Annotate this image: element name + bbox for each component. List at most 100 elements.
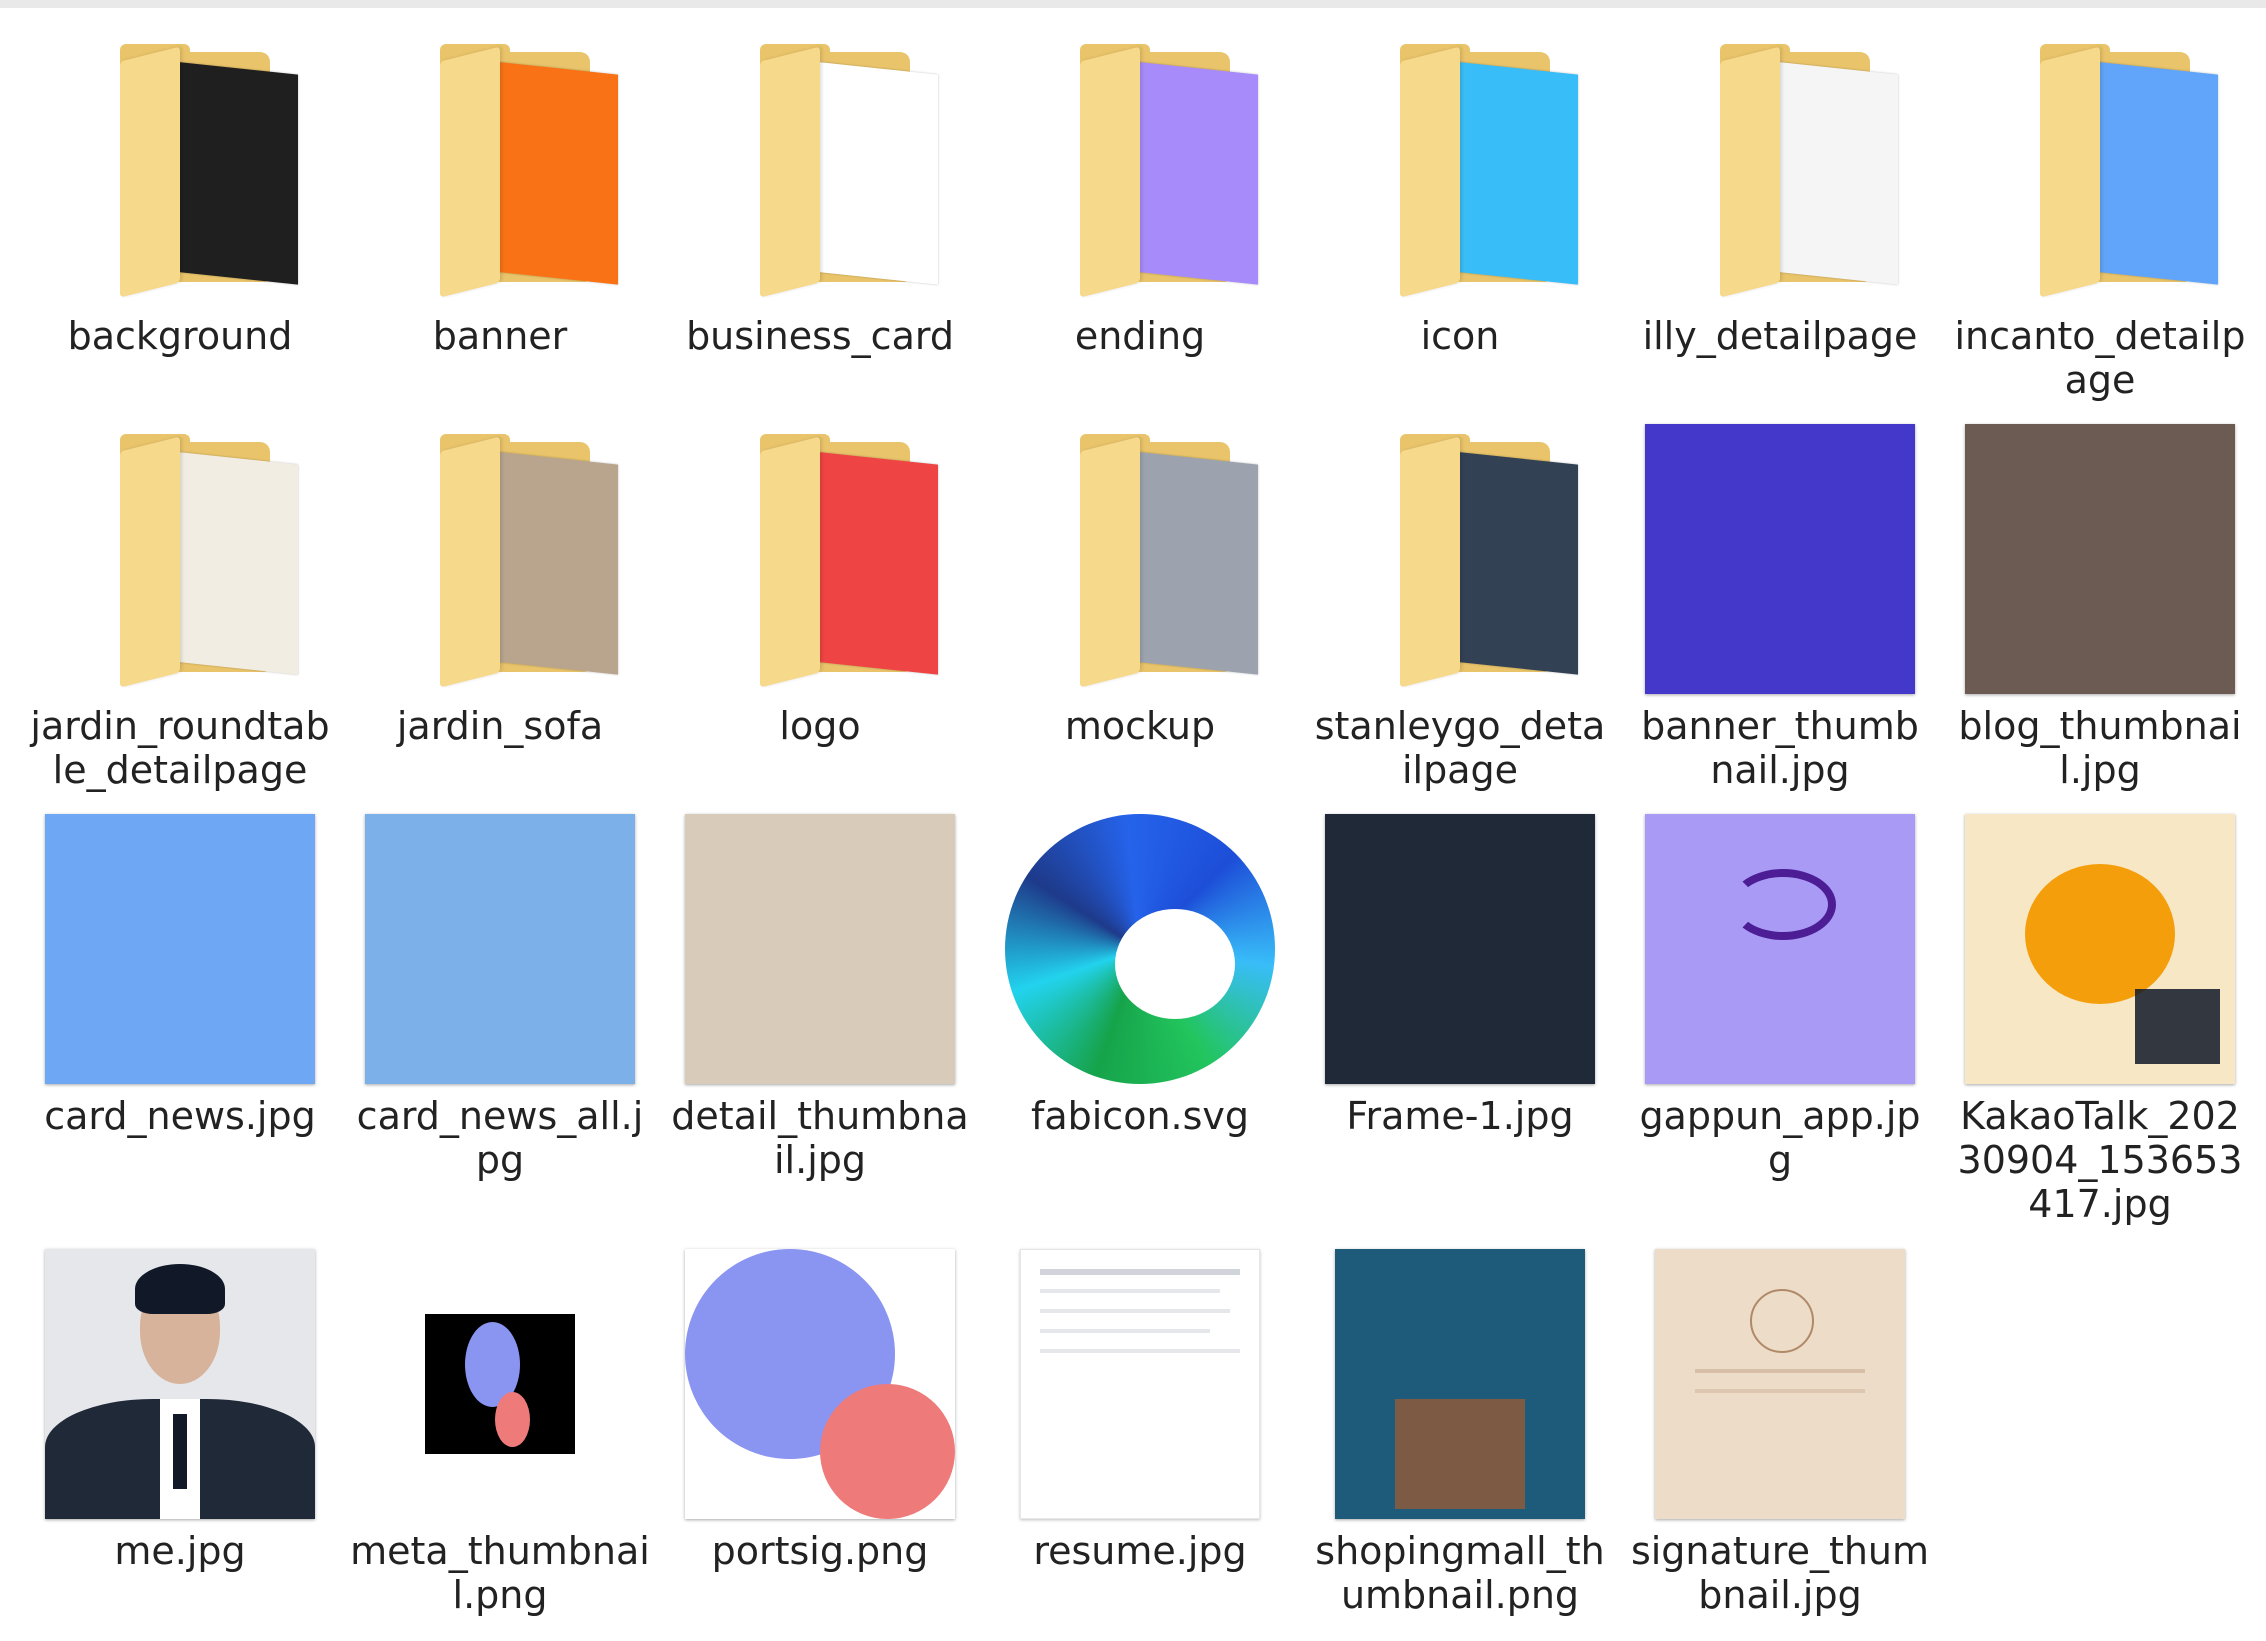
- image-thumbnail-icon: [365, 814, 635, 1084]
- folder-front: [760, 436, 820, 688]
- item-thumbnail[interactable]: [1950, 414, 2250, 704]
- item-thumbnail[interactable]: [350, 414, 650, 704]
- edge-logo-icon: [1005, 814, 1275, 1084]
- folder-icon: [1360, 434, 1578, 688]
- item-thumbnail[interactable]: [1950, 804, 2250, 1094]
- item-thumbnail[interactable]: [670, 414, 970, 704]
- folder-icon: [400, 434, 618, 688]
- file-item[interactable]: banner_thumbnail.jpg: [1620, 414, 1940, 804]
- file-item[interactable]: card_news_all.jpg: [340, 804, 660, 1239]
- item-thumbnail[interactable]: [30, 24, 330, 314]
- image-thumbnail-icon: [1645, 814, 1915, 1084]
- item-thumbnail[interactable]: [1310, 414, 1610, 704]
- file-item[interactable]: blog_thumbnail.jpg: [1940, 414, 2260, 804]
- folder-item[interactable]: jardin_sofa: [340, 414, 660, 804]
- item-label: gappun_app.jpg: [1639, 1094, 1921, 1182]
- file-item[interactable]: signature_thumbnail.jpg: [1620, 1239, 1940, 1629]
- item-thumbnail[interactable]: [1310, 804, 1610, 1094]
- item-thumbnail[interactable]: [670, 24, 970, 314]
- image-thumbnail-icon: [45, 814, 315, 1084]
- folder-front: [1720, 46, 1780, 298]
- folder-item[interactable]: icon: [1300, 24, 1620, 414]
- file-item[interactable]: detail_thumbnail.jpg: [660, 804, 980, 1239]
- folder-icon: [720, 434, 938, 688]
- item-thumbnail[interactable]: [350, 24, 650, 314]
- folder-item[interactable]: ending: [980, 24, 1300, 414]
- item-label: mockup: [1064, 704, 1216, 748]
- folder-preview: [492, 61, 618, 285]
- image-thumbnail-icon: [1335, 1249, 1585, 1519]
- item-label: banner_thumbnail.jpg: [1641, 704, 1919, 792]
- folder-front: [440, 46, 500, 298]
- folder-item[interactable]: incanto_detailpage: [1940, 24, 2260, 414]
- folder-preview: [172, 61, 298, 285]
- item-label: background: [67, 314, 293, 358]
- file-item[interactable]: resume.jpg: [980, 1239, 1300, 1629]
- item-label: Frame-1.jpg: [1346, 1094, 1574, 1138]
- folder-item[interactable]: illy_detailpage: [1620, 24, 1940, 414]
- item-thumbnail[interactable]: [350, 804, 650, 1094]
- item-thumbnail[interactable]: [1630, 24, 1930, 314]
- file-item[interactable]: me.jpg: [20, 1239, 340, 1629]
- item-thumbnail[interactable]: [1950, 24, 2250, 314]
- folder-icon: [400, 44, 618, 298]
- image-thumbnail-icon: [1965, 814, 2235, 1084]
- item-thumbnail[interactable]: [1310, 24, 1610, 314]
- folder-front: [120, 436, 180, 688]
- item-thumbnail[interactable]: [30, 804, 330, 1094]
- item-thumbnail[interactable]: [30, 1239, 330, 1529]
- item-thumbnail[interactable]: [990, 24, 1290, 314]
- image-thumbnail-icon: [45, 1249, 315, 1519]
- item-label: illy_detailpage: [1642, 314, 1918, 358]
- image-thumbnail-icon: [1020, 1249, 1260, 1519]
- item-thumbnail[interactable]: [670, 1239, 970, 1529]
- image-thumbnail-icon: [685, 814, 955, 1084]
- item-label: banner: [432, 314, 568, 358]
- folder-icon: [1040, 44, 1258, 298]
- file-item[interactable]: fabicon.svg: [980, 804, 1300, 1239]
- folder-item[interactable]: stanleygo_detailpage: [1300, 414, 1620, 804]
- item-thumbnail[interactable]: [30, 414, 330, 704]
- item-label: jardin_roundtable_detailpage: [30, 704, 330, 792]
- folder-item[interactable]: banner: [340, 24, 660, 414]
- item-thumbnail[interactable]: [1630, 804, 1930, 1094]
- folder-front: [440, 436, 500, 688]
- item-label: portsig.png: [711, 1529, 929, 1573]
- folder-item[interactable]: background: [20, 24, 340, 414]
- folder-item[interactable]: logo: [660, 414, 980, 804]
- folder-front: [2040, 46, 2100, 298]
- folder-front: [1400, 46, 1460, 298]
- item-thumbnail[interactable]: [350, 1239, 650, 1529]
- item-thumbnail[interactable]: [990, 1239, 1290, 1529]
- folder-item[interactable]: mockup: [980, 414, 1300, 804]
- file-item[interactable]: meta_thumbnail.png: [340, 1239, 660, 1629]
- folder-preview: [812, 61, 938, 285]
- folder-front: [1080, 436, 1140, 688]
- item-thumbnail[interactable]: [1630, 1239, 1930, 1529]
- folder-icon: [1680, 44, 1898, 298]
- item-thumbnail[interactable]: [990, 804, 1290, 1094]
- file-item[interactable]: portsig.png: [660, 1239, 980, 1629]
- file-item[interactable]: KakaoTalk_20230904_153653417.jpg: [1940, 804, 2260, 1239]
- item-label: card_news_all.jpg: [356, 1094, 644, 1182]
- item-thumbnail[interactable]: [1630, 414, 1930, 704]
- item-thumbnail[interactable]: [1310, 1239, 1610, 1529]
- file-item[interactable]: gappun_app.jpg: [1620, 804, 1940, 1239]
- item-label: fabicon.svg: [1030, 1094, 1250, 1138]
- folder-front: [120, 46, 180, 298]
- item-label: shopingmall_thumbnail.png: [1315, 1529, 1605, 1617]
- folder-preview: [812, 451, 938, 675]
- folder-preview: [492, 451, 618, 675]
- item-thumbnail[interactable]: [670, 804, 970, 1094]
- image-thumbnail-icon: [1965, 424, 2235, 694]
- folder-preview: [1452, 451, 1578, 675]
- item-thumbnail[interactable]: [990, 414, 1290, 704]
- file-item[interactable]: card_news.jpg: [20, 804, 340, 1239]
- item-label: business_card: [686, 314, 954, 358]
- item-label: meta_thumbnail.png: [350, 1529, 650, 1617]
- item-label: logo: [779, 704, 861, 748]
- file-item[interactable]: shopingmall_thumbnail.png: [1300, 1239, 1620, 1629]
- folder-item[interactable]: business_card: [660, 24, 980, 414]
- file-item[interactable]: Frame-1.jpg: [1300, 804, 1620, 1239]
- folder-item[interactable]: jardin_roundtable_detailpage: [20, 414, 340, 804]
